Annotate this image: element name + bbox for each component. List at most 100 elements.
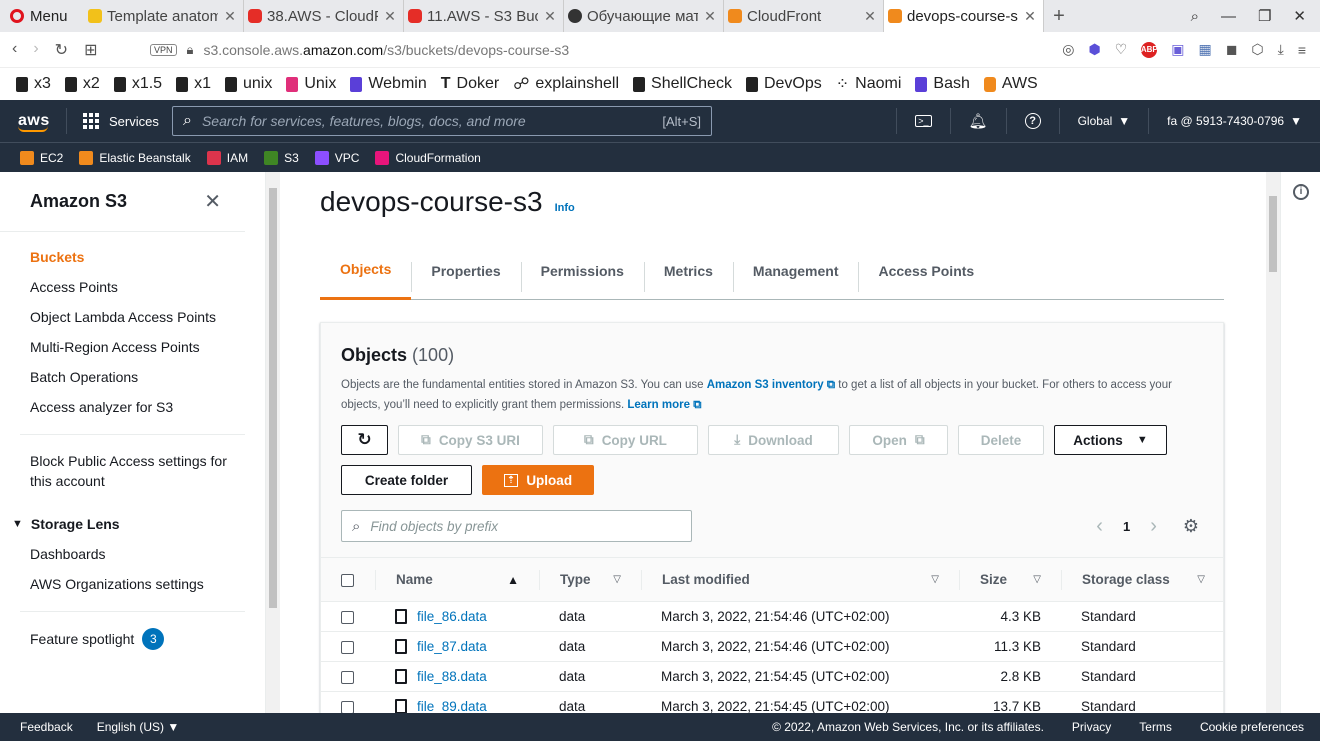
- sidebar-item-object-lambda[interactable]: Object Lambda Access Points: [0, 302, 265, 332]
- create-folder-button[interactable]: Create folder: [341, 465, 472, 495]
- prev-page-icon[interactable]: ‹: [1096, 515, 1103, 538]
- bookmark-unix[interactable]: Unix: [286, 75, 336, 93]
- close-tab-icon[interactable]: ✕: [703, 8, 717, 25]
- bookmark-aws[interactable]: AWS: [983, 75, 1038, 93]
- tab-permissions[interactable]: Permissions: [520, 242, 644, 300]
- account-menu[interactable]: fa @ 5913-7430-0796 ▼: [1148, 108, 1320, 134]
- cloudshell-button[interactable]: >_: [896, 108, 949, 134]
- region-selector[interactable]: Global ▼: [1058, 108, 1149, 134]
- object-name-link[interactable]: file_87.data: [395, 639, 519, 654]
- language-selector[interactable]: English (US) ▼: [97, 720, 180, 734]
- close-tab-icon[interactable]: ✕: [223, 8, 237, 25]
- favorite-ec2[interactable]: EC2: [20, 150, 63, 165]
- favorite-elastic-beanstalk[interactable]: Elastic Beanstalk: [79, 150, 191, 165]
- sidebar-scrollbar[interactable]: [266, 172, 280, 713]
- sidebar-item-feature-spotlight[interactable]: Feature spotlight 3: [0, 624, 265, 654]
- browser-tab[interactable]: CloudFront ✕: [724, 0, 884, 32]
- main-scrollbar[interactable]: [1266, 172, 1280, 713]
- browser-tab[interactable]: 38.AWS - CloudF ✕: [244, 0, 404, 32]
- bookmark-x1-5[interactable]: x1.5: [113, 75, 162, 93]
- object-name-link[interactable]: file_86.data: [395, 609, 519, 624]
- browser-tab[interactable]: 11.AWS - S3 Buc ✕: [404, 0, 564, 32]
- open-button[interactable]: Open ⧉: [849, 425, 948, 455]
- next-page-icon[interactable]: ›: [1150, 515, 1157, 538]
- info-link[interactable]: Info: [555, 202, 575, 214]
- search-input[interactable]: ⌕ Search for services, features, blogs, …: [172, 106, 712, 136]
- row-checkbox[interactable]: [341, 610, 354, 624]
- bookmark-explainshell[interactable]: ☍ explainshell: [513, 74, 619, 94]
- download-icon[interactable]: ⤓: [1278, 41, 1284, 58]
- favorite-cloudformation[interactable]: CloudFormation: [375, 150, 481, 165]
- more-icon[interactable]: ≡: [1298, 42, 1306, 58]
- cookie-preferences-link[interactable]: Cookie preferences: [1200, 720, 1304, 734]
- aws-logo[interactable]: aws: [0, 100, 66, 142]
- heart-icon[interactable]: ♡: [1115, 41, 1128, 58]
- tab-objects[interactable]: Objects: [320, 242, 412, 300]
- bookmark-doker[interactable]: T Doker: [441, 75, 499, 93]
- col-size[interactable]: Size ▽: [959, 557, 1061, 602]
- tab-management[interactable]: Management: [732, 242, 859, 300]
- scroll-thumb[interactable]: [1269, 196, 1277, 272]
- bookmark-x2[interactable]: x2: [64, 75, 100, 93]
- cube-icon[interactable]: ⬡: [1251, 41, 1263, 58]
- camera-icon[interactable]: ◎: [1062, 41, 1074, 58]
- upload-button[interactable]: ⇡ Upload: [482, 465, 594, 495]
- col-storage-class[interactable]: Storage class ▽: [1061, 557, 1223, 602]
- bookmark-x1[interactable]: x1: [176, 75, 211, 93]
- download-button[interactable]: ⤓ Download: [708, 425, 839, 455]
- close-window-icon[interactable]: ✕: [1293, 7, 1306, 25]
- favorite-s3[interactable]: S3: [264, 150, 299, 165]
- new-tab-button[interactable]: +: [1044, 5, 1074, 28]
- search-tabs-icon[interactable]: ⌕: [1191, 8, 1199, 25]
- close-tab-icon[interactable]: ✕: [543, 8, 557, 25]
- restore-icon[interactable]: ❐: [1258, 7, 1271, 25]
- sidebar-item-block-public-access[interactable]: Block Public Access settings for this ac…: [0, 447, 265, 495]
- tab-access-points[interactable]: Access Points: [858, 242, 994, 300]
- vpn-badge[interactable]: VPN: [150, 43, 177, 56]
- account-icon[interactable]: ◼: [1226, 41, 1238, 58]
- forward-icon[interactable]: ›: [33, 40, 38, 60]
- refresh-button[interactable]: ↻: [341, 425, 388, 455]
- delete-button[interactable]: Delete: [958, 425, 1044, 455]
- translate-icon[interactable]: ▣: [1171, 41, 1184, 58]
- bookmark-x3[interactable]: x3: [16, 75, 51, 93]
- s3-inventory-link[interactable]: Amazon S3 inventory ⧉: [707, 379, 835, 391]
- privacy-link[interactable]: Privacy: [1072, 720, 1111, 734]
- sidebar-item-dashboards[interactable]: Dashboards: [0, 539, 265, 569]
- bookmark-bash[interactable]: Bash: [915, 75, 970, 93]
- sidebar-item-access-points[interactable]: Access Points: [0, 272, 265, 302]
- learn-more-link[interactable]: Learn more ⧉: [627, 399, 701, 411]
- browser-tab[interactable]: Обучающие мат ✕: [564, 0, 724, 32]
- bookmark-devops[interactable]: DevOps: [745, 75, 822, 93]
- info-panel-icon[interactable]: i: [1293, 184, 1309, 200]
- sidebar-item-buckets[interactable]: Buckets: [0, 242, 265, 272]
- col-name[interactable]: Name ▲: [375, 557, 539, 602]
- sidebar-item-batch-operations[interactable]: Batch Operations: [0, 362, 265, 392]
- tab-grid-icon[interactable]: ⊞: [84, 40, 97, 60]
- sidebar-item-org-settings[interactable]: AWS Organizations settings: [0, 569, 265, 599]
- find-objects-input[interactable]: ⌕ Find objects by prefix: [341, 510, 692, 542]
- row-checkbox[interactable]: [341, 640, 354, 654]
- reload-icon[interactable]: ↻: [55, 40, 68, 60]
- notifications-button[interactable]: 🔔︎: [949, 108, 1006, 134]
- help-button[interactable]: ?: [1005, 108, 1059, 134]
- browser-tab[interactable]: Template anatom ✕: [84, 0, 244, 32]
- actions-dropdown[interactable]: Actions ▼: [1054, 425, 1167, 455]
- url-field[interactable]: s3.console.aws.amazon.com/s3/buckets/dev…: [203, 42, 1062, 58]
- bookmark-webmin[interactable]: Webmin: [350, 75, 427, 93]
- tab-properties[interactable]: Properties: [411, 242, 520, 300]
- feedback-link[interactable]: Feedback: [20, 720, 73, 734]
- bookmark-shellcheck[interactable]: ShellCheck: [633, 75, 732, 93]
- back-icon[interactable]: ‹: [12, 40, 17, 60]
- col-last-modified[interactable]: Last modified ▽: [641, 557, 959, 602]
- bookmark-naomi[interactable]: ⁘ Naomi: [836, 74, 902, 94]
- terms-link[interactable]: Terms: [1139, 720, 1172, 734]
- adblock-icon[interactable]: ABP: [1141, 41, 1158, 58]
- copy-s3-uri-button[interactable]: ⧉ Copy S3 URI: [398, 425, 543, 455]
- col-type[interactable]: Type ▽: [539, 557, 641, 602]
- copy-url-button[interactable]: ⧉ Copy URL: [553, 425, 698, 455]
- sidebar-item-multi-region[interactable]: Multi-Region Access Points: [0, 332, 265, 362]
- row-checkbox[interactable]: [341, 700, 354, 713]
- close-tab-icon[interactable]: ✕: [863, 8, 877, 25]
- object-name-link[interactable]: file_88.data: [395, 669, 519, 684]
